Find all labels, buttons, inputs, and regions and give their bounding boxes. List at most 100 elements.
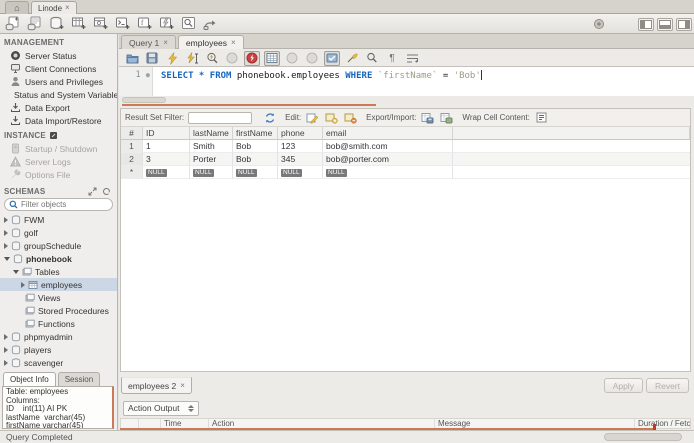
col-header-firstname[interactable]: firstName bbox=[233, 127, 278, 140]
cell-phone[interactable]: 345 bbox=[278, 153, 323, 166]
find-icon[interactable] bbox=[364, 51, 380, 66]
collapse-icon[interactable] bbox=[13, 269, 19, 274]
beautify-icon[interactable] bbox=[344, 51, 360, 66]
selector-spinner-icon[interactable] bbox=[187, 404, 194, 412]
schema-item-fwm[interactable]: FWM bbox=[0, 213, 117, 226]
tab-session[interactable]: Session bbox=[57, 372, 101, 386]
tab-query-1[interactable]: Query 1 × bbox=[121, 35, 176, 49]
expand-icon[interactable] bbox=[4, 216, 8, 223]
cell-null[interactable]: NULL bbox=[190, 166, 233, 179]
expand-icon[interactable] bbox=[4, 333, 8, 340]
reconnect-dbms-icon[interactable] bbox=[202, 15, 219, 32]
create-view-icon[interactable] bbox=[92, 15, 109, 32]
schema-item-phpmyadmin[interactable]: phpmyadmin bbox=[0, 330, 117, 343]
cell-phone[interactable]: 123 bbox=[278, 140, 323, 153]
cell-null[interactable]: NULL bbox=[278, 166, 323, 179]
create-trigger-icon[interactable] bbox=[158, 15, 175, 32]
output-col-message[interactable]: Message bbox=[435, 419, 635, 428]
cell-email[interactable]: bob@smith.com bbox=[323, 140, 453, 153]
expand-icon[interactable] bbox=[4, 229, 8, 236]
output-col-duration[interactable]: Duration / Fetch bbox=[635, 419, 690, 428]
wrap-cell-content-icon[interactable] bbox=[534, 111, 549, 125]
save-icon[interactable] bbox=[144, 51, 160, 66]
sidebar-item-data-import[interactable]: Data Import/Restore bbox=[0, 114, 117, 127]
revert-button[interactable]: Revert bbox=[645, 378, 689, 393]
connection-tab-linode[interactable]: Linode × bbox=[31, 1, 77, 14]
execute-current-statement-icon[interactable] bbox=[184, 51, 200, 66]
expand-schemas-icon[interactable] bbox=[88, 187, 97, 196]
cell-id[interactable]: 1 bbox=[143, 140, 190, 153]
expand-icon[interactable] bbox=[21, 281, 25, 288]
delete-row-icon[interactable] bbox=[343, 111, 358, 125]
output-col-action[interactable]: Action bbox=[209, 419, 435, 428]
scrollbar-thumb[interactable] bbox=[122, 97, 166, 103]
sidebar-item-users-privileges[interactable]: Users and Privileges bbox=[0, 75, 117, 88]
editor-hscrollbar[interactable] bbox=[119, 96, 694, 104]
toggle-autocommit-icon[interactable] bbox=[324, 50, 340, 66]
search-table-data-icon[interactable] bbox=[180, 15, 197, 32]
explain-icon[interactable] bbox=[204, 51, 220, 66]
apply-button[interactable]: Apply bbox=[603, 378, 643, 393]
collapse-icon[interactable] bbox=[4, 256, 10, 261]
open-sql-script-icon[interactable] bbox=[26, 15, 43, 32]
schema-filter-box[interactable] bbox=[4, 198, 113, 211]
sidebar-item-status-system-variables[interactable]: Status and System Variables bbox=[0, 88, 117, 101]
expand-icon[interactable] bbox=[4, 346, 8, 353]
close-icon[interactable]: × bbox=[180, 381, 185, 390]
refresh-icon[interactable] bbox=[262, 111, 277, 125]
instance-config-icon[interactable] bbox=[49, 131, 58, 140]
create-schema-icon[interactable] bbox=[48, 15, 65, 32]
sidebar-item-server-status[interactable]: Server Status bbox=[0, 49, 117, 62]
schema-item-groupschedule[interactable]: groupSchedule bbox=[0, 239, 117, 252]
tree-item-employees[interactable]: employees bbox=[0, 278, 117, 291]
close-icon[interactable]: × bbox=[65, 4, 70, 12]
create-function-icon[interactable]: f bbox=[136, 15, 153, 32]
limit-rows-icon[interactable] bbox=[264, 50, 280, 66]
home-tab[interactable]: ⌂ bbox=[5, 1, 29, 14]
export-recordset-icon[interactable] bbox=[420, 111, 435, 125]
tree-item-tables[interactable]: Tables bbox=[0, 265, 117, 278]
schema-item-scavenger[interactable]: scavenger bbox=[0, 356, 117, 369]
cell-lastname[interactable]: Porter bbox=[190, 153, 233, 166]
open-file-icon[interactable] bbox=[124, 51, 140, 66]
col-header-phone[interactable]: phone bbox=[278, 127, 323, 140]
cell-email[interactable]: bob@porter.com bbox=[323, 153, 453, 166]
invisible-chars-icon[interactable]: ¶ bbox=[384, 51, 400, 66]
tree-item-functions[interactable]: Functions bbox=[0, 317, 117, 330]
cell-null[interactable]: NULL bbox=[323, 166, 453, 179]
output-col-time[interactable]: Time bbox=[161, 419, 209, 428]
new-query-tab-icon[interactable] bbox=[4, 15, 21, 32]
table-row[interactable]: 2 3 Porter Bob 345 bob@porter.com bbox=[121, 153, 690, 166]
schema-item-golf[interactable]: golf bbox=[0, 226, 117, 239]
add-row-icon[interactable] bbox=[324, 111, 339, 125]
sql-code-editor[interactable]: 1 ● SELECT * FROM phonebook.employees WH… bbox=[119, 66, 694, 96]
refresh-schemas-icon[interactable] bbox=[102, 187, 111, 196]
result-filter-input[interactable] bbox=[188, 111, 253, 124]
new-row-placeholder[interactable]: * NULL NULL NULL NULL NULL bbox=[121, 166, 690, 179]
tab-object-info[interactable]: Object Info bbox=[3, 372, 56, 386]
create-procedure-icon[interactable] bbox=[114, 15, 131, 32]
cell-id[interactable]: 3 bbox=[143, 153, 190, 166]
schema-item-players[interactable]: players bbox=[0, 343, 117, 356]
col-header-email[interactable]: email bbox=[323, 127, 453, 140]
sidebar-item-client-connections[interactable]: Client Connections bbox=[0, 62, 117, 75]
cell-firstname[interactable]: Bob bbox=[233, 140, 278, 153]
toggle-right-sidebar-icon[interactable] bbox=[676, 17, 692, 31]
cell-firstname[interactable]: Bob bbox=[233, 153, 278, 166]
execute-icon[interactable] bbox=[164, 51, 180, 66]
status-scrollbar-thumb[interactable] bbox=[604, 433, 682, 441]
toggle-output-area-icon[interactable] bbox=[657, 17, 673, 31]
tab-employees[interactable]: employees × bbox=[177, 35, 244, 49]
create-table-icon[interactable] bbox=[70, 15, 87, 32]
edit-record-icon[interactable] bbox=[305, 111, 320, 125]
result-tab-employees-2[interactable]: employees 2 × bbox=[121, 377, 192, 394]
schema-item-phonebook[interactable]: phonebook bbox=[0, 252, 117, 265]
close-icon[interactable]: × bbox=[163, 38, 168, 47]
cell-null[interactable]: NULL bbox=[233, 166, 278, 179]
table-row[interactable]: 1 1 Smith Bob 123 bob@smith.com bbox=[121, 140, 690, 153]
expand-icon[interactable] bbox=[4, 359, 8, 366]
col-header-id[interactable]: ID bbox=[143, 127, 190, 140]
cell-null[interactable]: NULL bbox=[143, 166, 190, 179]
action-output-selector[interactable]: Action Output bbox=[123, 400, 199, 416]
expand-icon[interactable] bbox=[4, 242, 8, 249]
